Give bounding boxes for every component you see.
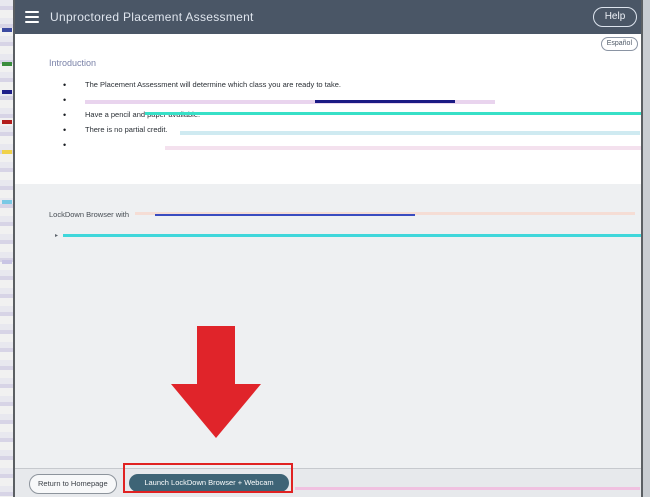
glitch-bar — [63, 234, 641, 237]
footer-bar: Return to Homepage Launch LockDown Brows… — [15, 463, 641, 497]
strip-block — [2, 62, 12, 66]
assessment-window: Unproctored Placement Assessment Help Es… — [13, 0, 643, 497]
glitch-bar — [180, 131, 640, 135]
hamburger-menu-icon[interactable] — [25, 11, 39, 23]
strip-block — [2, 150, 12, 154]
strip-block — [2, 28, 12, 32]
strip-block — [2, 260, 12, 264]
expand-details-icon[interactable]: ▸ — [55, 232, 58, 239]
launch-lockdown-button[interactable]: Launch LockDown Browser + Webcam — [129, 474, 289, 492]
strip-block — [2, 120, 12, 124]
down-arrow-icon — [171, 326, 261, 438]
background-app-strip — [0, 0, 14, 497]
help-button[interactable]: Help — [593, 7, 637, 27]
glitch-bar — [145, 112, 641, 115]
glitch-bar — [315, 100, 455, 103]
lockdown-section-label: LockDown Browser with — [49, 210, 130, 219]
intro-list: The Placement Assessment will determine … — [61, 80, 631, 155]
section-title: Introduction — [49, 58, 97, 68]
glitch-bar — [295, 487, 640, 490]
intro-panel: Español Introduction The Placement Asses… — [15, 34, 641, 184]
app-header: Unproctored Placement Assessment Help — [15, 0, 641, 34]
glitch-bar — [155, 214, 415, 216]
strip-block — [2, 90, 12, 94]
return-to-homepage-button[interactable]: Return to Homepage — [29, 474, 117, 494]
language-toggle-button[interactable]: Español — [600, 37, 638, 51]
page-title: Unproctored Placement Assessment — [50, 10, 254, 24]
glitch-bar — [165, 146, 641, 150]
strip-block — [2, 200, 12, 204]
list-item: The Placement Assessment will determine … — [61, 80, 631, 95]
